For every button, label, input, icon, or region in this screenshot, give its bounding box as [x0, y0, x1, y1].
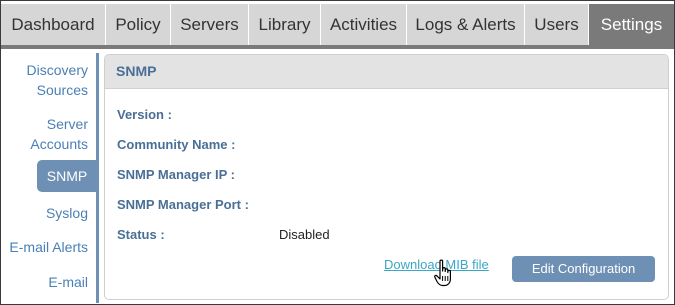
app-window: Dashboard Policy Servers Library Activit… — [0, 0, 675, 305]
sidebar-item-email[interactable]: E-mail — [48, 272, 88, 292]
panel-title: SNMP — [105, 55, 668, 89]
settings-sidebar: Discovery Sources Server Accounts SNMP S… — [1, 49, 97, 304]
field-label-manager-ip: SNMP Manager IP : — [117, 167, 235, 182]
tab-settings[interactable]: Settings — [588, 4, 674, 45]
field-label-version: Version : — [117, 107, 172, 122]
tab-users[interactable]: Users — [524, 4, 588, 45]
tab-servers[interactable]: Servers — [170, 4, 248, 45]
top-nav: Dashboard Policy Servers Library Activit… — [1, 1, 674, 45]
sidebar-item-email-alerts[interactable]: E-mail Alerts — [9, 237, 88, 257]
sidebar-divider — [96, 53, 99, 303]
tab-policy[interactable]: Policy — [105, 4, 170, 45]
nav-underline — [1, 45, 674, 49]
tab-library[interactable]: Library — [248, 4, 320, 45]
field-label-manager-port: SNMP Manager Port : — [117, 197, 249, 212]
sidebar-item-syslog[interactable]: Syslog — [46, 203, 88, 223]
edit-configuration-button[interactable]: Edit Configuration — [512, 256, 655, 282]
field-label-status: Status : — [117, 227, 165, 242]
hand-pointer-icon — [434, 259, 451, 287]
sidebar-item-discovery-sources[interactable]: Discovery Sources — [8, 60, 88, 100]
field-value-status: Disabled — [279, 227, 330, 242]
tab-activities[interactable]: Activities — [320, 4, 406, 45]
sidebar-item-snmp[interactable]: SNMP — [37, 160, 97, 192]
snmp-panel: SNMP Version : Community Name : SNMP Man… — [104, 54, 669, 300]
field-label-community-name: Community Name : — [117, 137, 236, 152]
tab-dashboard[interactable]: Dashboard — [1, 4, 105, 45]
sidebar-item-server-accounts[interactable]: Server Accounts — [8, 114, 88, 154]
tab-logs-alerts[interactable]: Logs & Alerts — [406, 4, 524, 45]
